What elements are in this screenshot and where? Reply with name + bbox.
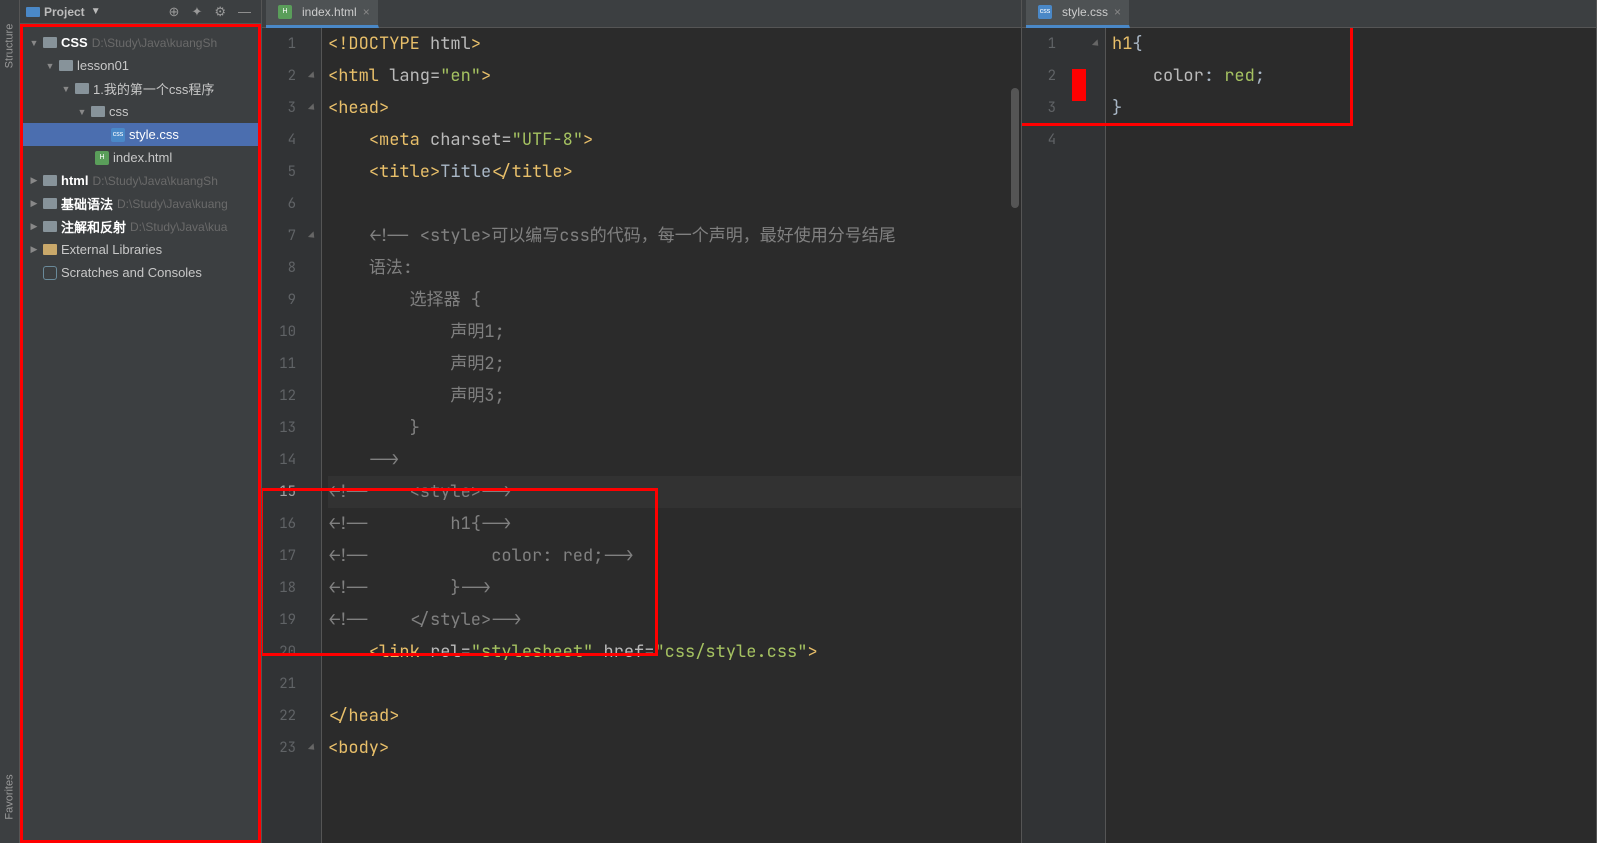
code-line[interactable]: <meta charset="UTF-8">: [328, 124, 1021, 156]
folder-icon: [43, 198, 57, 209]
code-line[interactable]: 声明2;: [328, 348, 1021, 380]
right-color-gutter: [1068, 28, 1092, 843]
code-line[interactable]: <head>: [328, 92, 1021, 124]
left-tabbar: H index.html ×: [262, 0, 1021, 28]
code-line[interactable]: [1112, 124, 1596, 156]
code-line[interactable]: <body>: [328, 732, 1021, 764]
right-editor-pane: css style.css × 1234 h1{ color: red;}: [1022, 0, 1597, 843]
right-code-lines[interactable]: h1{ color: red;}: [1106, 28, 1596, 843]
tree-scratches[interactable]: ▶ Scratches and Consoles: [23, 261, 258, 284]
folder-icon: [43, 37, 57, 48]
code-line[interactable]: }: [1112, 92, 1596, 124]
code-line[interactable]: 选择器 {: [328, 284, 1021, 316]
project-panel: Project ▼ ⊕ ✦ ⚙ — ▼ CSS D:\Study\Java\ku…: [20, 0, 262, 843]
tree-index-html[interactable]: H index.html: [23, 146, 258, 169]
close-icon[interactable]: ×: [363, 5, 370, 19]
tree-basic-syntax[interactable]: ▶ 基础语法 D:\Study\Java\kuang: [23, 192, 258, 215]
code-line[interactable]: 声明1;: [328, 316, 1021, 348]
code-line[interactable]: <html lang="en">: [328, 60, 1021, 92]
html-file-icon: H: [278, 5, 292, 19]
left-fold-gutter[interactable]: [308, 28, 322, 843]
project-tree[interactable]: ▼ CSS D:\Study\Java\kuangSh ▼ lesson01 ▼…: [20, 24, 261, 843]
code-line[interactable]: <!-- <style>-->: [328, 476, 1021, 508]
code-line[interactable]: }: [328, 412, 1021, 444]
folder-icon: [43, 175, 57, 186]
tree-root-css[interactable]: ▼ CSS D:\Study\Java\kuangSh: [23, 31, 258, 54]
code-line[interactable]: </head>: [328, 700, 1021, 732]
close-icon[interactable]: ×: [1114, 5, 1121, 19]
right-code-area[interactable]: 1234 h1{ color: red;}: [1022, 28, 1596, 843]
left-tool-strip: Structure Favorites: [0, 0, 20, 843]
tree-annotation-reflection[interactable]: ▶ 注解和反射 D:\Study\Java\kua: [23, 215, 258, 238]
structure-tool-button[interactable]: Structure: [4, 24, 16, 69]
css-file-icon: css: [111, 128, 125, 142]
left-code-area[interactable]: 1234567891011121314151617181920212223 <!…: [262, 28, 1021, 843]
project-panel-title[interactable]: Project: [44, 5, 85, 19]
tab-style-css[interactable]: css style.css ×: [1026, 0, 1130, 28]
project-icon: [26, 7, 40, 17]
right-line-gutter: 1234: [1022, 28, 1068, 843]
code-line[interactable]: <!-- <style>可以编写css的代码，每一个声明，最好使用分号结尾: [328, 220, 1021, 252]
code-line[interactable]: 声明3;: [328, 380, 1021, 412]
tab-index-html[interactable]: H index.html ×: [266, 0, 379, 28]
scratches-icon: [43, 266, 57, 280]
tree-external-libraries[interactable]: ▶ External Libraries: [23, 238, 258, 261]
code-line[interactable]: -->: [328, 444, 1021, 476]
left-editor-pane: H index.html × 1234567891011121314151617…: [262, 0, 1022, 843]
folder-icon: [75, 83, 89, 94]
code-line[interactable]: [328, 668, 1021, 700]
code-line[interactable]: color: red;: [1112, 60, 1596, 92]
folder-icon: [43, 221, 57, 232]
hide-icon[interactable]: —: [234, 4, 255, 19]
locate-icon[interactable]: ⊕: [165, 4, 184, 20]
html-file-icon: H: [95, 151, 109, 165]
folder-icon: [59, 60, 73, 71]
project-panel-header: Project ▼ ⊕ ✦ ⚙ —: [20, 0, 261, 24]
code-line[interactable]: [328, 188, 1021, 220]
left-line-gutter: 1234567891011121314151617181920212223: [262, 28, 308, 843]
expand-icon[interactable]: ✦: [187, 4, 206, 20]
editors-container: H index.html × 1234567891011121314151617…: [262, 0, 1597, 843]
tree-css-folder[interactable]: ▼ css: [23, 100, 258, 123]
code-line[interactable]: <!-- }-->: [328, 572, 1021, 604]
code-line[interactable]: 语法:: [328, 252, 1021, 284]
code-line[interactable]: h1{: [1112, 28, 1596, 60]
code-line[interactable]: <!-- color: red;-->: [328, 540, 1021, 572]
folder-icon: [91, 106, 105, 117]
library-icon: [43, 244, 57, 255]
tree-style-css[interactable]: css style.css: [23, 123, 258, 146]
tree-lesson01[interactable]: ▼ lesson01: [23, 54, 258, 77]
scrollbar-vertical[interactable]: [1011, 88, 1019, 208]
tree-first-css-program[interactable]: ▼ 1.我的第一个css程序: [23, 77, 258, 100]
code-line[interactable]: <!DOCTYPE html>: [328, 28, 1021, 60]
code-line[interactable]: <!-- </style>-->: [328, 604, 1021, 636]
code-line[interactable]: <!-- h1{-->: [328, 508, 1021, 540]
code-line[interactable]: <title>Title</title>: [328, 156, 1021, 188]
right-tabbar: css style.css ×: [1022, 0, 1596, 28]
code-line[interactable]: <link rel="stylesheet" href="css/style.c…: [328, 636, 1021, 668]
css-file-icon: css: [1038, 5, 1052, 19]
gear-icon[interactable]: ⚙: [210, 4, 230, 20]
left-code-lines[interactable]: <!DOCTYPE html><html lang="en"><head> <m…: [322, 28, 1021, 843]
tree-html-module[interactable]: ▶ html D:\Study\Java\kuangSh: [23, 169, 258, 192]
favorites-tool-button[interactable]: Favorites: [4, 774, 16, 819]
chevron-down-icon[interactable]: ▼: [91, 6, 101, 17]
right-fold-gutter[interactable]: [1092, 28, 1106, 843]
